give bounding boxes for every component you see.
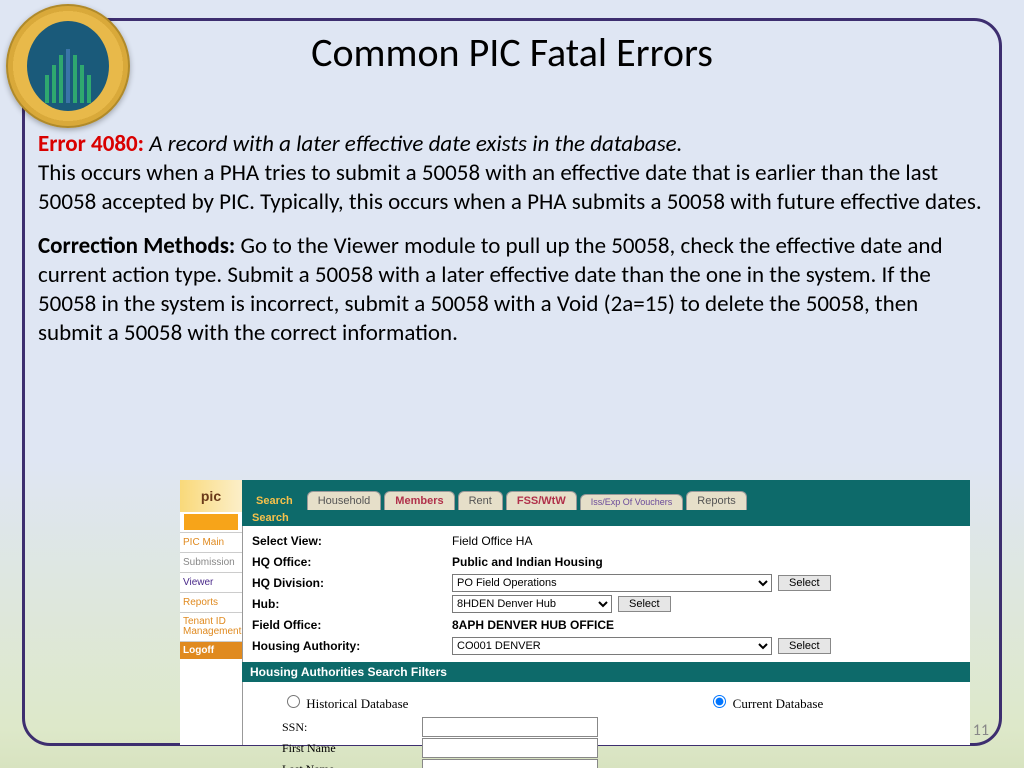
- sidebar-item-submission[interactable]: Submission: [180, 552, 242, 572]
- radio-historical-db[interactable]: Historical Database: [282, 692, 408, 712]
- sidebar-item-tenant-id[interactable]: Tenant ID Management: [180, 612, 242, 641]
- tab-rent[interactable]: Rent: [458, 491, 503, 510]
- tab-fss-wtw[interactable]: FSS/WtW: [506, 491, 577, 510]
- tab-reports[interactable]: Reports: [686, 491, 747, 510]
- select-button-ha[interactable]: Select: [778, 638, 831, 654]
- tab-search[interactable]: Search: [245, 491, 304, 510]
- slide-title: Common PIC Fatal Errors: [0, 28, 1024, 77]
- sidebar-item-logoff[interactable]: Logoff: [180, 641, 242, 659]
- radio-current-db[interactable]: Current Database: [708, 692, 823, 712]
- label-housing-authority: Housing Authority:: [252, 639, 452, 653]
- select-hub[interactable]: 8HDEN Denver Hub: [452, 595, 612, 613]
- pic-logo: pic: [180, 480, 242, 512]
- label-first-name: First Name: [282, 741, 422, 756]
- label-last-name: Last Name: [282, 762, 422, 768]
- label-select-view: Select View:: [252, 534, 452, 548]
- correction-label: Correction Methods:: [38, 232, 235, 260]
- input-ssn[interactable]: [422, 717, 598, 737]
- tab-vouchers[interactable]: Iss/Exp Of Vouchers: [580, 494, 684, 510]
- select-button-hub[interactable]: Select: [618, 596, 671, 612]
- label-ssn: SSN:: [282, 720, 422, 735]
- value-field-office: 8APH DENVER HUB OFFICE: [452, 618, 614, 632]
- input-last-name[interactable]: [422, 759, 598, 768]
- label-hq-division: HQ Division:: [252, 576, 452, 590]
- tab-members[interactable]: Members: [384, 491, 454, 510]
- error-code-label: Error 4080:: [38, 130, 144, 158]
- sidebar-item-pic-main[interactable]: PIC Main: [180, 532, 242, 552]
- tab-household[interactable]: Household: [307, 491, 382, 510]
- sidebar-item-viewer[interactable]: Viewer: [180, 572, 242, 592]
- pic-application-screenshot: pic PIC Main Submission Viewer Reports T…: [180, 480, 970, 745]
- page-number: 11: [973, 721, 989, 740]
- select-hq-division[interactable]: PO Field Operations: [452, 574, 772, 592]
- error-description: A record with a later effective date exi…: [149, 130, 682, 158]
- label-hq-office: HQ Office:: [252, 555, 452, 569]
- error-explanation: This occurs when a PHA tries to submit a…: [38, 159, 982, 216]
- input-first-name[interactable]: [422, 738, 598, 758]
- pic-sidebar: pic PIC Main Submission Viewer Reports T…: [180, 480, 243, 745]
- label-hub: Hub:: [252, 597, 452, 611]
- sidebar-item-reports[interactable]: Reports: [180, 592, 242, 612]
- select-housing-authority[interactable]: CO001 DENVER: [452, 637, 772, 655]
- value-hq-office: Public and Indian Housing: [452, 555, 603, 569]
- value-select-view: Field Office HA: [452, 534, 532, 548]
- pic-subtab-bar: Search: [242, 510, 970, 526]
- section-housing-auth-filters: Housing Authorities Search Filters: [242, 662, 970, 682]
- pic-logo-bar: [184, 514, 238, 530]
- slide-body: Error 4080: A record with a later effect…: [38, 130, 986, 347]
- select-button-hq-div[interactable]: Select: [778, 575, 831, 591]
- pic-tab-row: Search Household Members Rent FSS/WtW Is…: [242, 480, 970, 510]
- label-field-office: Field Office:: [252, 618, 452, 632]
